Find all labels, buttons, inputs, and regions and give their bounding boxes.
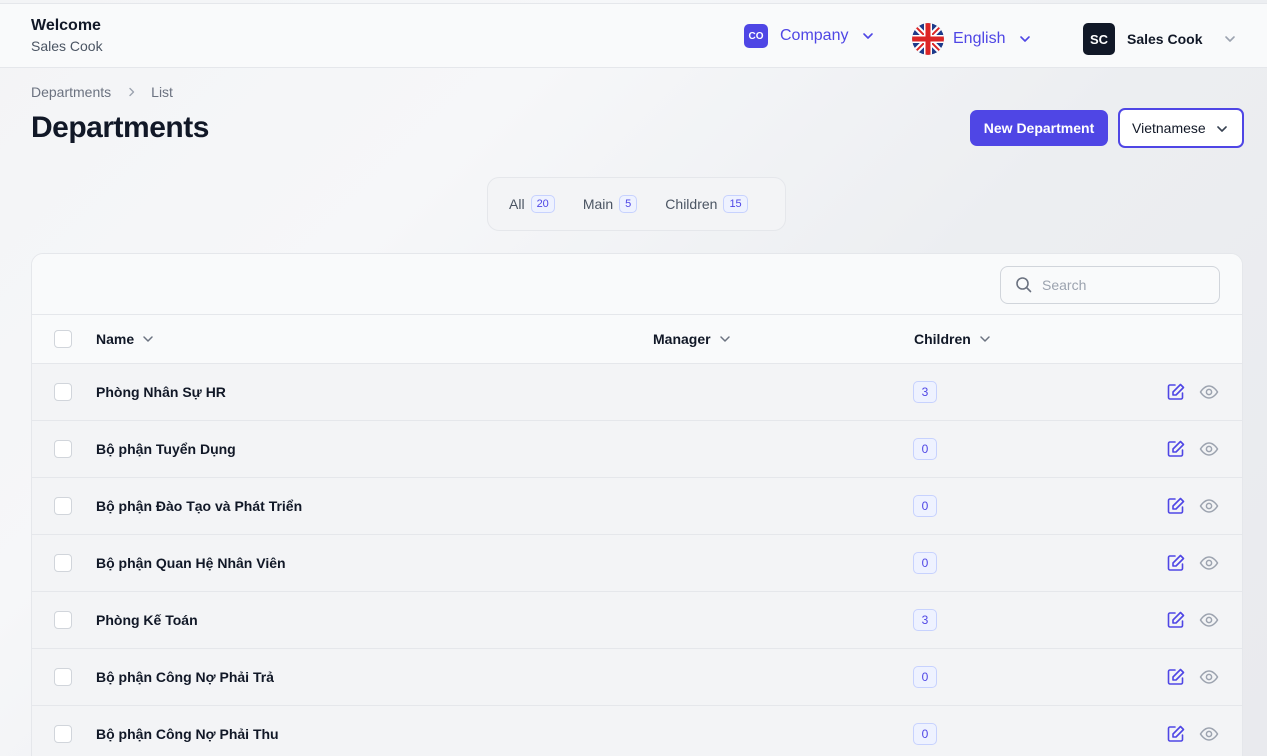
tab-label: All: [509, 196, 525, 212]
chevron-down-icon: [1020, 36, 1031, 42]
user-name: Sales Cook: [1127, 31, 1203, 47]
breadcrumb-departments[interactable]: Departments: [31, 84, 111, 100]
eye-icon[interactable]: [1199, 497, 1219, 515]
table-row[interactable]: Bộ phận Công Nợ Phải Thu 0: [32, 706, 1242, 756]
edit-icon[interactable]: [1166, 724, 1186, 744]
children-count-badge: 0: [913, 666, 937, 688]
tab-count-badge: 5: [619, 195, 638, 213]
eye-icon[interactable]: [1199, 668, 1219, 686]
row-checkbox[interactable]: [54, 725, 72, 743]
department-name: Phòng Nhân Sự HR: [96, 384, 226, 400]
children-count-badge: 3: [913, 381, 937, 403]
row-checkbox[interactable]: [54, 611, 72, 629]
welcome-block: Welcome Sales Cook: [31, 17, 103, 54]
tab-children[interactable]: Children 15: [665, 195, 748, 213]
children-count-badge: 0: [913, 495, 937, 517]
tab-all[interactable]: All 20: [509, 195, 555, 213]
children-count-badge: 0: [913, 723, 937, 745]
row-checkbox[interactable]: [54, 440, 72, 458]
welcome-user: Sales Cook: [31, 38, 103, 54]
table-header: Name Manager Children: [32, 315, 1242, 364]
table-toolbar: [32, 254, 1242, 315]
uk-flag-icon: [912, 23, 944, 55]
table-row[interactable]: Bộ phận Quan Hệ Nhân Viên 0: [32, 535, 1242, 592]
company-badge: CO: [744, 24, 768, 48]
new-department-button[interactable]: New Department: [970, 110, 1108, 146]
table-row[interactable]: Bộ phận Tuyển Dụng 0: [32, 421, 1242, 478]
top-bar: Welcome Sales Cook CO Company English SC…: [0, 3, 1267, 68]
tab-main[interactable]: Main 5: [582, 195, 638, 213]
eye-icon[interactable]: [1199, 440, 1219, 458]
table-body: Phòng Nhân Sự HR 3 Bộ phận Tuyển Dụng 0 …: [32, 364, 1242, 756]
avatar: SC: [1083, 23, 1115, 55]
search-icon: [1016, 277, 1032, 293]
column-label: Name: [96, 331, 135, 347]
company-switcher[interactable]: CO Company: [744, 24, 874, 48]
eye-icon[interactable]: [1199, 383, 1219, 401]
welcome-title: Welcome: [31, 17, 101, 34]
edit-icon[interactable]: [1166, 439, 1186, 459]
children-count-badge: 3: [913, 609, 937, 631]
eye-icon[interactable]: [1199, 725, 1219, 743]
user-menu[interactable]: SC Sales Cook: [1083, 23, 1236, 55]
select-all-checkbox[interactable]: [54, 330, 72, 348]
chevron-down-icon: [1225, 36, 1236, 42]
page-title: Departments: [31, 111, 209, 144]
tab-count-badge: 15: [723, 195, 748, 213]
breadcrumb: Departments List: [31, 84, 173, 100]
edit-icon[interactable]: [1166, 667, 1186, 687]
column-label: Children: [914, 331, 971, 347]
children-count-badge: 0: [913, 552, 937, 574]
locale-select-value: Vietnamese: [1132, 120, 1206, 136]
row-checkbox[interactable]: [54, 668, 72, 686]
department-name: Bộ phận Quan Hệ Nhân Viên: [96, 555, 286, 571]
edit-icon[interactable]: [1166, 382, 1186, 402]
chevron-right-icon: [129, 87, 135, 97]
chevron-down-icon: [719, 336, 730, 342]
department-name: Bộ phận Tuyển Dụng: [96, 441, 236, 457]
department-name: Bộ phận Đào Tạo và Phát Triển: [96, 498, 303, 514]
eye-icon[interactable]: [1199, 611, 1219, 629]
tab-count-badge: 20: [530, 195, 555, 213]
chevron-down-icon: [1217, 126, 1227, 132]
table-row[interactable]: Bộ phận Đào Tạo và Phát Triển 0: [32, 478, 1242, 535]
row-checkbox[interactable]: [54, 554, 72, 572]
table-row[interactable]: Phòng Kế Toán 3: [32, 592, 1242, 649]
edit-icon[interactable]: [1166, 610, 1186, 630]
department-name: Bộ phận Công Nợ Phải Trả: [96, 669, 274, 685]
departments-table-card: Name Manager Children Phòng Nhân Sự HR 3…: [31, 253, 1243, 756]
filter-tabs: All 20 Main 5 Children 15: [487, 177, 786, 231]
tab-label: Children: [665, 196, 718, 212]
department-name: Bộ phận Công Nợ Phải Thu: [96, 726, 279, 742]
row-checkbox[interactable]: [54, 383, 72, 401]
locale-select[interactable]: Vietnamese: [1118, 108, 1244, 148]
column-header-name[interactable]: Name: [96, 331, 154, 347]
children-count-badge: 0: [913, 438, 937, 460]
search-input[interactable]: [1042, 277, 1202, 293]
row-checkbox[interactable]: [54, 497, 72, 515]
chevron-down-icon: [980, 336, 990, 342]
column-label: Manager: [653, 331, 711, 347]
breadcrumb-current: List: [151, 84, 173, 100]
company-label: Company: [780, 27, 849, 44]
table-row[interactable]: Phòng Nhân Sự HR 3: [32, 364, 1242, 421]
column-header-manager[interactable]: Manager: [653, 331, 731, 347]
chevron-down-icon: [143, 336, 153, 342]
table-row[interactable]: Bộ phận Công Nợ Phải Trả 0: [32, 649, 1242, 706]
eye-icon[interactable]: [1199, 554, 1219, 572]
chevron-down-icon: [863, 33, 874, 39]
language-switcher[interactable]: English: [912, 23, 1031, 55]
search-box[interactable]: [1000, 266, 1220, 304]
language-label: English: [953, 30, 1006, 47]
edit-icon[interactable]: [1166, 553, 1186, 573]
edit-icon[interactable]: [1166, 496, 1186, 516]
tab-label: Main: [582, 196, 614, 212]
column-header-children[interactable]: Children: [914, 331, 991, 347]
department-name: Phòng Kế Toán: [96, 612, 198, 628]
